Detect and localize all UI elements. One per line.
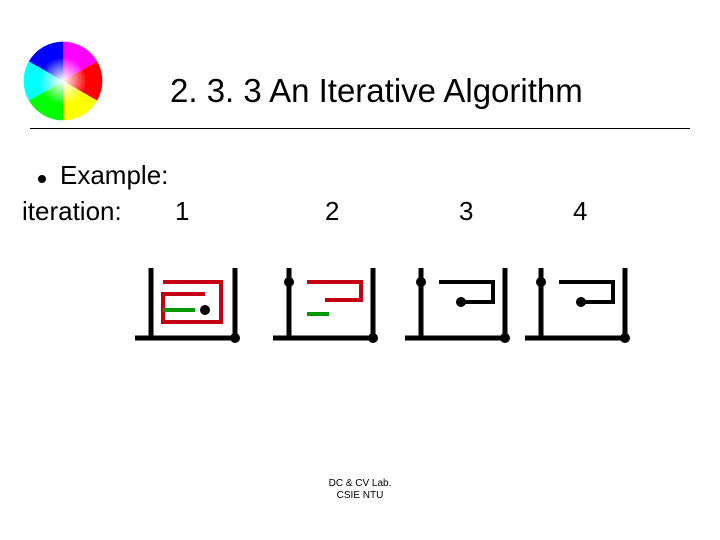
iteration-diagram-3: [405, 268, 515, 358]
color-wheel-logo: [22, 40, 104, 122]
footer-line-2: CSIE NTU: [337, 490, 384, 501]
iteration-diagram-2: [273, 268, 383, 358]
bullet-text: Example:: [60, 160, 168, 191]
iteration-number-4: 4: [573, 196, 587, 227]
iteration-diagram-4: [525, 268, 635, 358]
bullet-icon: [38, 175, 46, 183]
iteration-diagram-1: [135, 268, 245, 358]
iteration-number-3: 3: [459, 196, 473, 227]
slide-title: 2. 3. 3 An Iterative Algorithm: [170, 72, 583, 110]
iteration-number-2: 2: [325, 196, 339, 227]
footer-text: DC & CV Lab. CSIE NTU: [0, 478, 720, 502]
title-underline: [30, 128, 690, 129]
slide-root: 2. 3. 3 An Iterative Algorithm Example: …: [0, 0, 720, 540]
footer-line-1: DC & CV Lab.: [329, 478, 392, 489]
iteration-number-1: 1: [175, 196, 189, 227]
iteration-label: iteration:: [22, 196, 122, 227]
